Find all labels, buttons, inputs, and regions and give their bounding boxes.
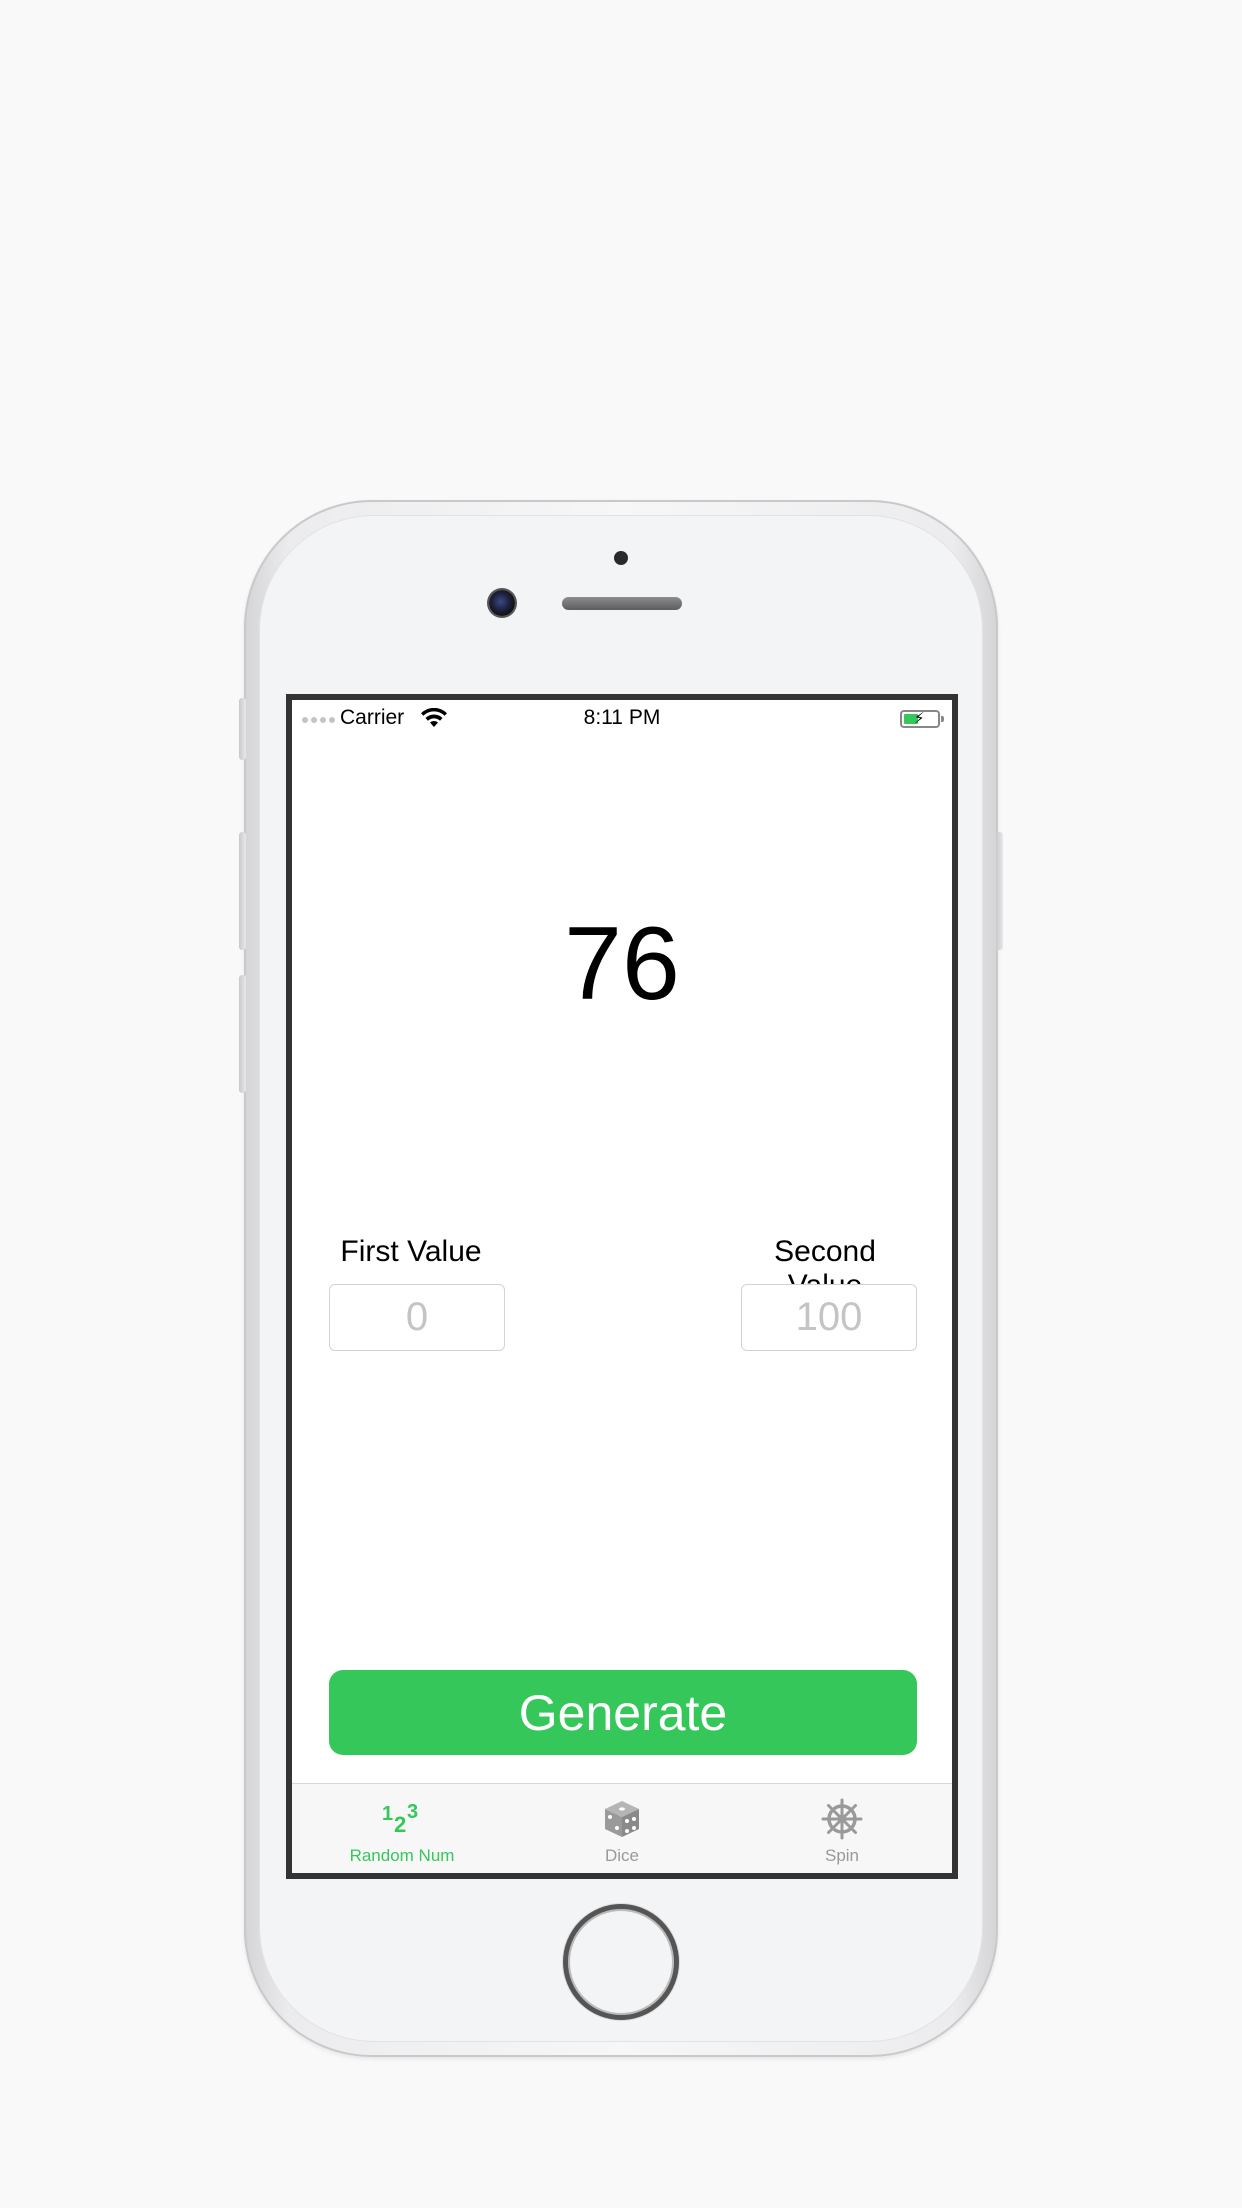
front-camera <box>489 590 515 616</box>
svg-text:3: 3 <box>407 1801 418 1823</box>
tab-label: Random Num <box>349 1846 455 1865</box>
power-button <box>996 832 1003 950</box>
proximity-sensor <box>614 551 628 565</box>
volume-down-button <box>239 975 246 1093</box>
second-value-input[interactable] <box>741 1284 917 1351</box>
home-button[interactable] <box>563 1904 679 2020</box>
tab-dice[interactable]: Dice <box>512 1784 732 1873</box>
tab-label: Spin <box>824 1846 860 1865</box>
status-time: 8:11 PM <box>583 706 661 729</box>
tab-spin[interactable]: Spin <box>732 1784 952 1873</box>
tab-bar: 1 2 3 Random Num Dice Spin <box>292 1783 952 1873</box>
dice-icon <box>601 1798 643 1840</box>
battery-icon: ⚡ <box>900 710 944 728</box>
first-value-input[interactable] <box>329 1284 505 1351</box>
svg-text:1: 1 <box>382 1803 393 1825</box>
svg-text:2: 2 <box>394 1812 406 1837</box>
ship-wheel-icon <box>821 1798 863 1840</box>
tab-label: Dice <box>604 1846 639 1865</box>
tab-random-num[interactable]: 1 2 3 Random Num <box>292 1784 512 1873</box>
charging-bolt-icon: ⚡ <box>914 710 925 727</box>
app-screen: Carrier 8:11 PM ⚡ 76 First Value Second … <box>286 694 958 1879</box>
volume-up-button <box>239 832 246 950</box>
earpiece-speaker <box>562 597 682 610</box>
random-number-result: 76 <box>564 906 680 1022</box>
mute-switch <box>239 698 246 760</box>
generate-button[interactable]: Generate <box>329 1670 917 1755</box>
status-bar: Carrier 8:11 PM ⚡ <box>292 700 952 736</box>
first-value-label: First Value <box>340 1235 482 1268</box>
numbers-123-icon: 1 2 3 <box>381 1798 423 1840</box>
